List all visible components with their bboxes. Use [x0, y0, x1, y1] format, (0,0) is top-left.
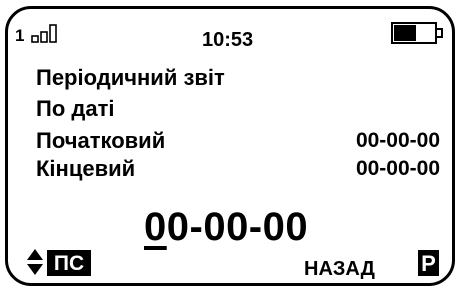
date-input-field[interactable]: 00-00-00	[144, 205, 308, 250]
menu-title: Періодичний звіт	[36, 65, 225, 90]
sim-number: 1	[15, 26, 25, 45]
p-softkey[interactable]: Р	[418, 250, 439, 276]
input-text: 0-00-00	[166, 205, 309, 249]
input-cursor-digit: 0	[144, 205, 167, 249]
end-date-value: 00-00-00	[355, 157, 440, 180]
clock: 10:53	[202, 29, 254, 51]
back-label: НАЗАД	[304, 258, 375, 280]
menu-subtitle: По даті	[36, 96, 115, 121]
battery-icon	[391, 22, 443, 44]
start-date-label: Початковий	[36, 128, 166, 153]
signal-strength-icon	[31, 24, 57, 43]
up-down-arrows-icon[interactable]	[26, 248, 44, 276]
end-date-label: Кінцевий	[36, 156, 136, 181]
start-date-value: 00-00-00	[355, 129, 440, 152]
ps-softkey[interactable]: ПС	[47, 250, 91, 276]
